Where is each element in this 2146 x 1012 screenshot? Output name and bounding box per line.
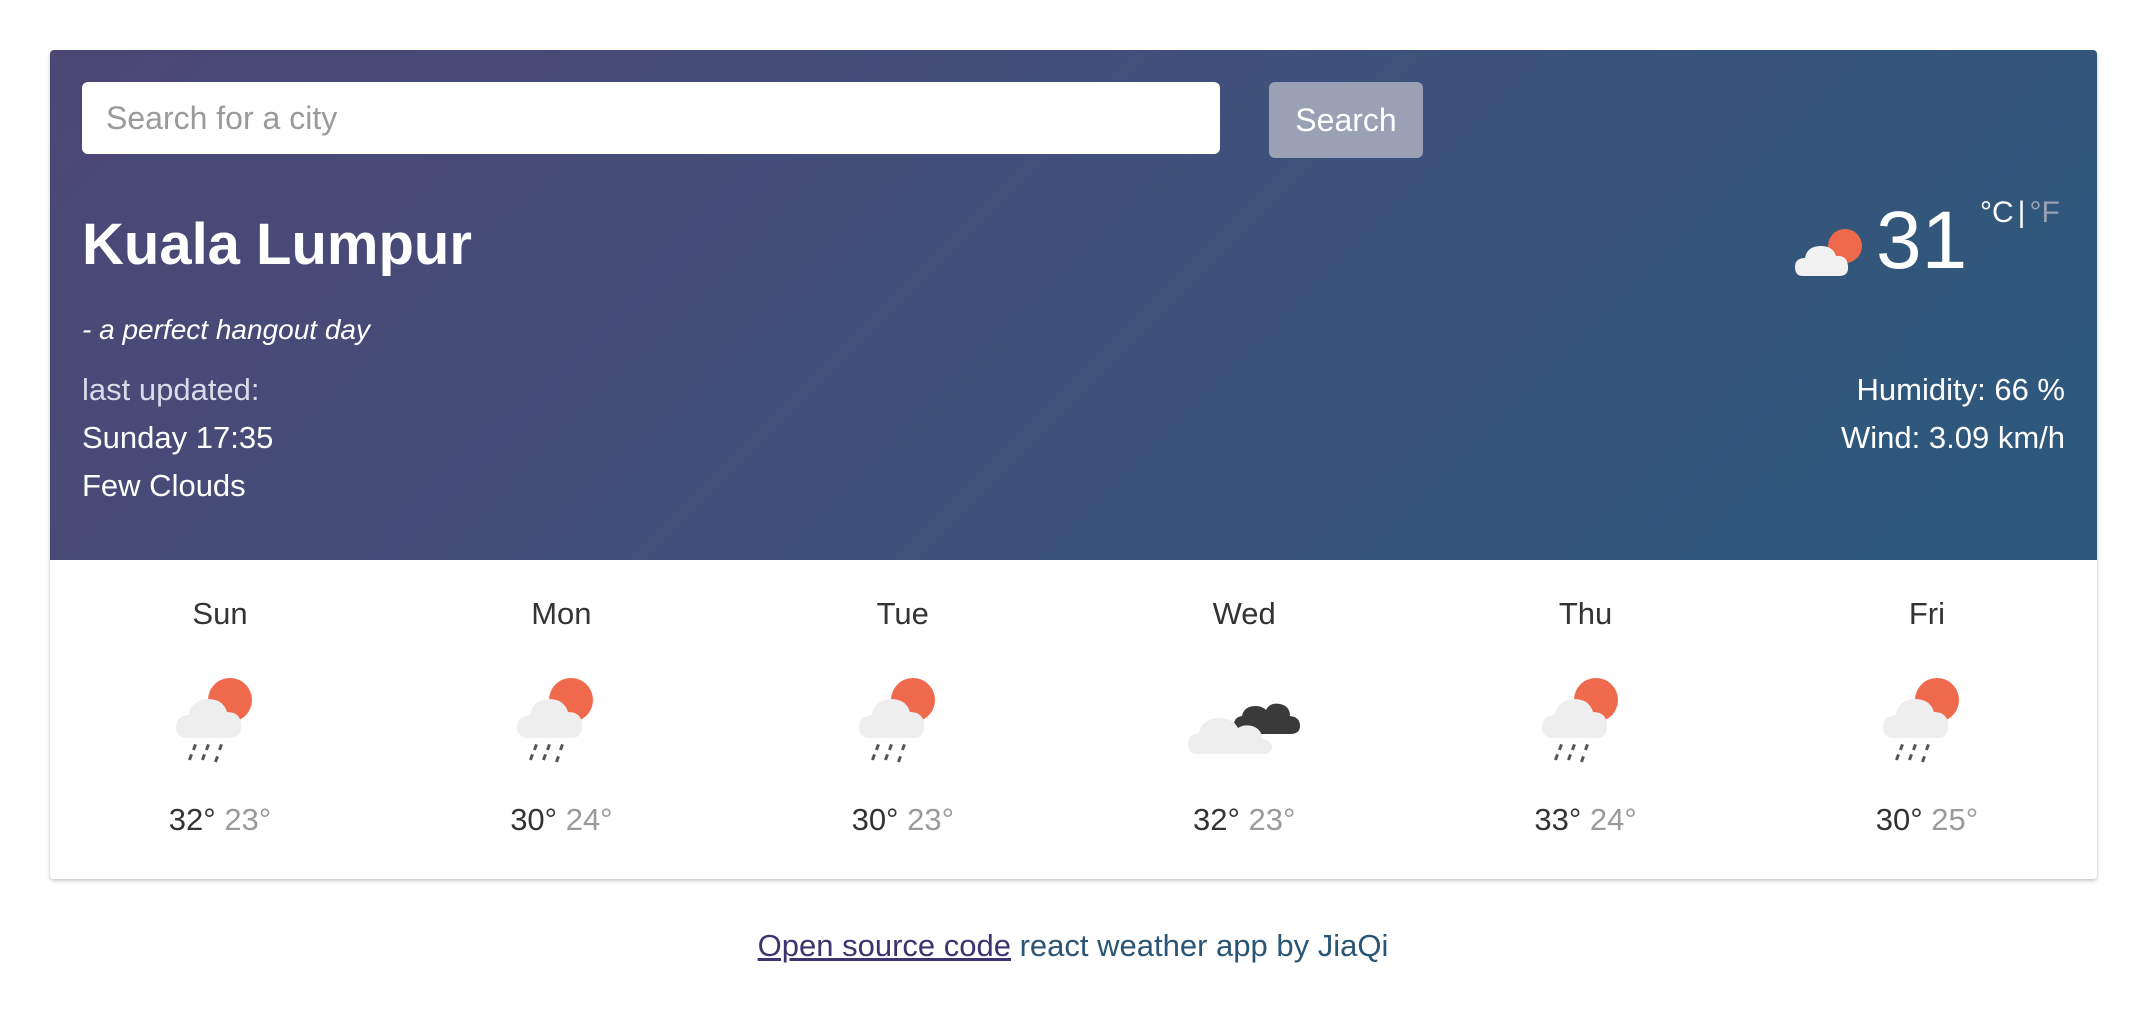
forecast-day: Thu 33° 24° <box>1448 560 1724 879</box>
forecast-min: 23° <box>907 802 954 837</box>
forecast-day-name: Wed <box>1212 596 1276 631</box>
forecast-temps: 33° 24° <box>1448 802 1724 838</box>
unit-separator: | <box>2017 196 2026 229</box>
wind-value: Wind: 3.09 km/h <box>1841 420 2065 455</box>
search-button[interactable]: Search <box>1269 82 1423 158</box>
forecast-day: Tue 30° 23° <box>765 560 1041 879</box>
forecast-max: 30° <box>1875 802 1923 837</box>
forecast-day: Mon 30° 24° <box>423 560 699 879</box>
forecast-min: 23° <box>224 802 272 837</box>
light-rain-sun-icon <box>1882 678 1959 763</box>
forecast-temps: 30° 23° <box>765 802 1041 838</box>
forecast-temps: 32° 23° <box>1106 802 1382 838</box>
forecast-min: 24° <box>1589 802 1637 837</box>
current-weather-panel: Search Kuala Lumpur - a perfect hangout … <box>50 50 2097 560</box>
forecast-min: 24° <box>565 802 613 837</box>
weather-tagline: - a perfect hangout day <box>82 314 370 345</box>
few-clouds-icon <box>1795 229 1862 276</box>
forecast-temps: 30° 24° <box>423 802 699 838</box>
fahrenheit-toggle[interactable]: °F <box>2029 196 2059 229</box>
forecast-max: 30° <box>510 802 558 837</box>
last-updated-label: last updated: <box>82 372 260 407</box>
forecast-min: 25° <box>1931 802 1979 837</box>
forecast-day-name: Thu <box>1558 596 1613 631</box>
forecast-row: Sun 32° 23° Mon 30° 24° Tue 30° 23° Wed … <box>50 560 2097 879</box>
forecast-day-name: Sun <box>192 596 248 631</box>
footer-text: react weather app by JiaQi <box>1010 928 1389 963</box>
last-updated-time: Sunday 17:35 <box>82 420 274 455</box>
light-rain-sun-icon <box>1541 678 1618 763</box>
forecast-max: 30° <box>851 802 899 837</box>
light-rain-sun-icon <box>517 678 594 763</box>
footer: Open source code react weather app by Ji… <box>0 928 2146 964</box>
weather-condition: Few Clouds <box>82 468 246 503</box>
broken-clouds-icon <box>1188 703 1301 754</box>
forecast-min: 23° <box>1248 802 1296 837</box>
forecast-max: 32° <box>168 802 216 837</box>
forecast-day-name: Fri <box>1908 596 1946 631</box>
weather-card: Search Kuala Lumpur - a perfect hangout … <box>50 50 2097 879</box>
forecast-day: Fri 30° 25° <box>1789 560 2065 879</box>
light-rain-sun-icon <box>176 678 252 763</box>
forecast-day-name: Mon <box>531 596 592 631</box>
forecast-max: 33° <box>1534 802 1582 837</box>
celsius-toggle[interactable]: °C <box>1980 196 2014 229</box>
open-source-link[interactable]: Open source code <box>758 928 1011 963</box>
forecast-temps: 30° 25° <box>1789 802 2065 838</box>
forecast-day-name: Tue <box>876 596 929 631</box>
forecast-day: Sun 32° 23° <box>82 560 358 879</box>
city-search-input[interactable] <box>82 82 1220 154</box>
humidity-value: Humidity: 66 % <box>1856 372 2065 407</box>
city-name: Kuala Lumpur <box>82 212 472 277</box>
forecast-day: Wed 32° 23° <box>1106 560 1382 879</box>
light-rain-sun-icon <box>858 678 935 763</box>
forecast-max: 32° <box>1192 802 1240 837</box>
current-temperature: 31 <box>1876 195 1968 286</box>
unit-toggle: °C | °F <box>1980 196 2060 230</box>
forecast-temps: 32° 23° <box>82 802 358 838</box>
